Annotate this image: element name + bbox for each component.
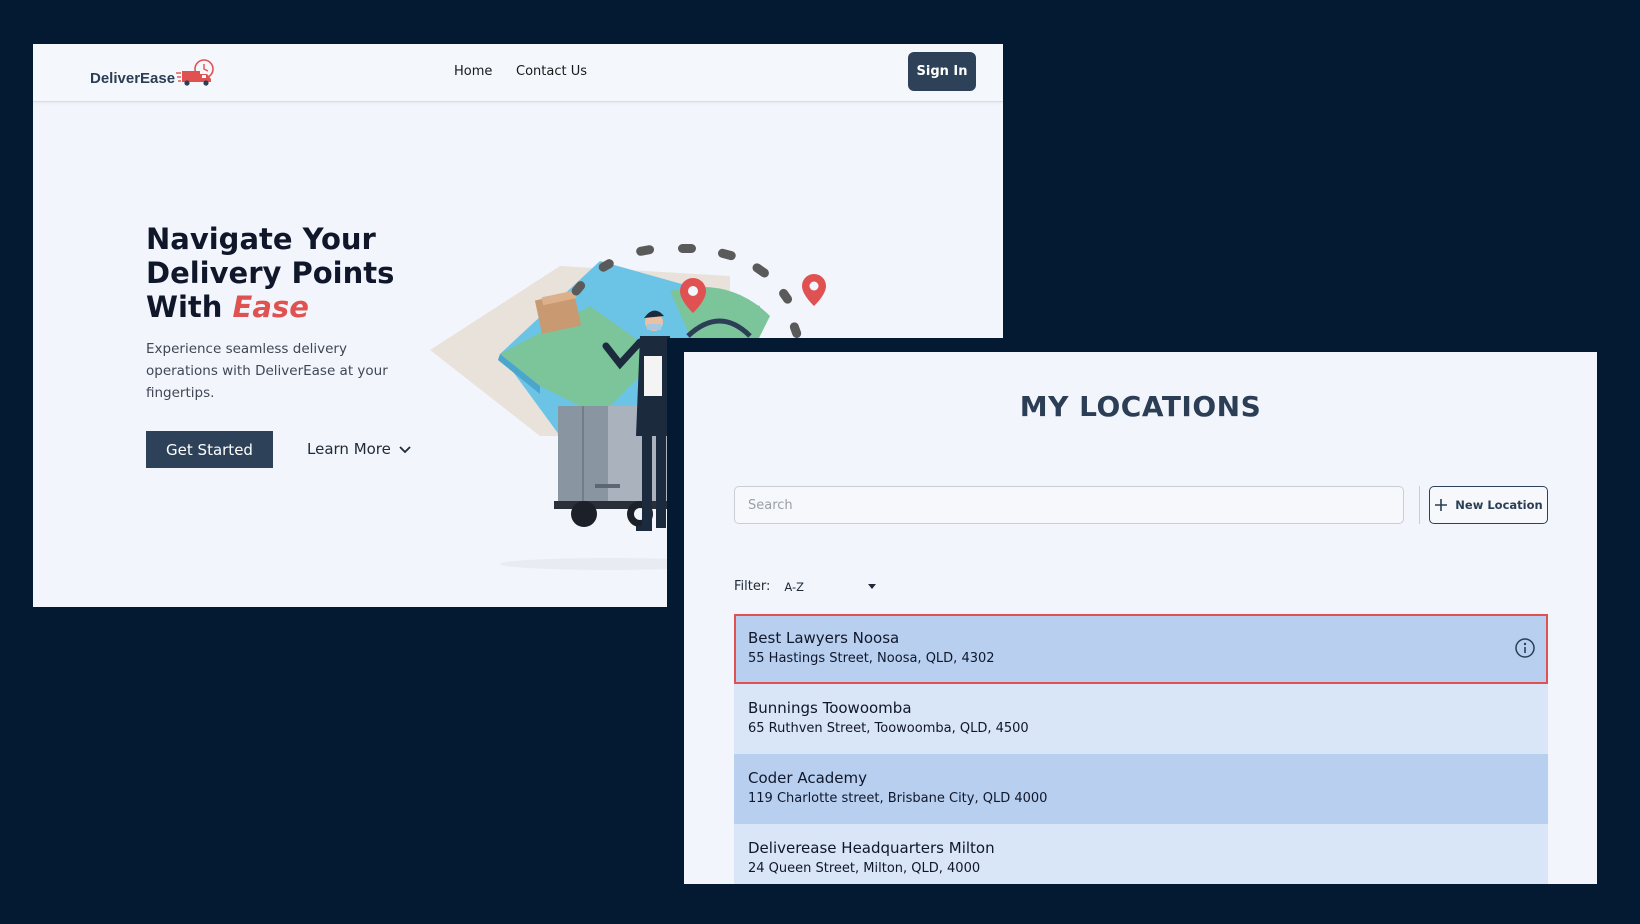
- location-item[interactable]: Coder Academy 119 Charlotte street, Bris…: [734, 754, 1548, 824]
- filter-label: Filter:: [734, 579, 771, 594]
- new-location-button[interactable]: New Location: [1429, 486, 1548, 524]
- get-started-button[interactable]: Get Started: [146, 431, 273, 468]
- location-address: 24 Queen Street, Milton, QLD, 4000: [748, 861, 981, 876]
- new-location-label: New Location: [1455, 498, 1543, 512]
- hero-subtitle: Experience seamless delivery operations …: [146, 341, 388, 401]
- location-item[interactable]: Bunnings Toowoomba 65 Ruthven Street, To…: [734, 684, 1548, 754]
- location-address: 119 Charlotte street, Brisbane City, QLD…: [748, 791, 1048, 806]
- chevron-down-icon: [399, 446, 411, 454]
- location-address: 65 Ruthven Street, Toowoomba, QLD, 4500: [748, 721, 1029, 736]
- location-list: Best Lawyers Noosa 55 Hastings Street, N…: [734, 614, 1548, 884]
- location-name: Deliverease Headquarters Milton: [748, 839, 995, 857]
- learn-more-link[interactable]: Learn More: [307, 440, 413, 458]
- delivery-truck-icon: [176, 59, 214, 86]
- hero-title-line1: Navigate Your: [146, 222, 376, 256]
- sign-in-button[interactable]: Sign In: [908, 52, 976, 91]
- hero-title-line3: With: [146, 290, 233, 324]
- location-name: Bunnings Toowoomba: [748, 699, 912, 717]
- filter-control: Filter: A-Z: [734, 579, 877, 594]
- location-item[interactable]: Best Lawyers Noosa 55 Hastings Street, N…: [734, 614, 1548, 684]
- filter-select-value: A-Z: [784, 579, 805, 594]
- filter-select[interactable]: A-Z: [784, 579, 877, 594]
- nav-home-link[interactable]: Home: [454, 64, 492, 79]
- top-navbar: DeliverEase Home Contact Us Sign In: [33, 44, 1003, 102]
- locations-window: MY LOCATIONS New Location Filter: A-Z Be…: [684, 352, 1597, 884]
- location-name: Best Lawyers Noosa: [748, 629, 900, 647]
- hero-title-accent: Ease: [232, 290, 309, 324]
- location-name: Coder Academy: [748, 769, 868, 787]
- hero-title-line2: Delivery Points: [146, 256, 395, 290]
- plus-icon: [1435, 499, 1448, 511]
- logo-text: DeliverEase: [90, 69, 176, 87]
- learn-more-label: Learn More: [307, 440, 391, 458]
- location-address: 55 Hastings Street, Noosa, QLD, 4302: [748, 651, 995, 666]
- brand-logo[interactable]: DeliverEase: [90, 56, 216, 92]
- page-title: MY LOCATIONS: [1019, 390, 1262, 423]
- hero-title: Navigate Your Delivery Points With Ease: [146, 222, 446, 324]
- toolbar-divider: [1419, 486, 1420, 524]
- info-icon[interactable]: [1514, 637, 1536, 659]
- caret-down-icon: [868, 583, 877, 589]
- search-input[interactable]: [734, 486, 1404, 524]
- location-item[interactable]: Deliverease Headquarters Milton 24 Queen…: [734, 824, 1548, 884]
- nav-contact-link[interactable]: Contact Us: [516, 64, 587, 79]
